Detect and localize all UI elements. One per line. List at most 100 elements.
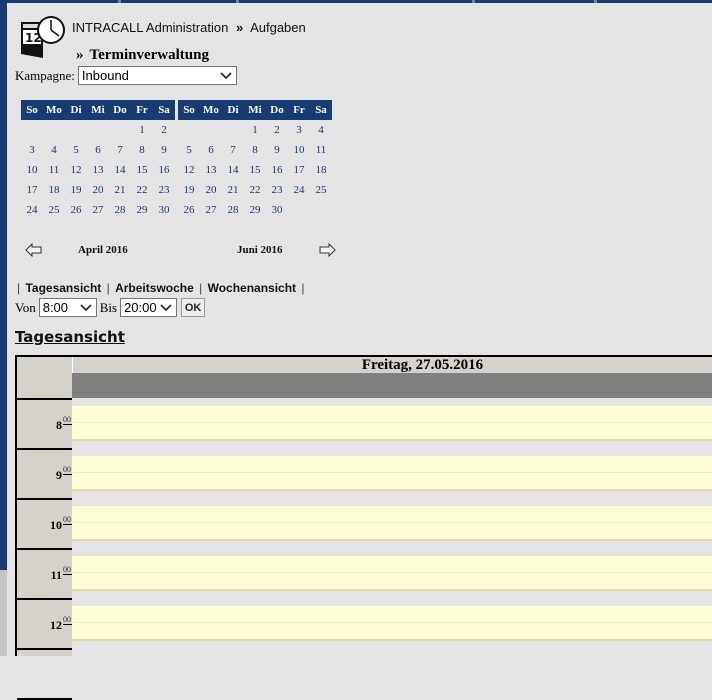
time-slot[interactable]	[72, 423, 712, 441]
calendar-day[interactable]: 3	[21, 140, 43, 160]
calendar-day[interactable]: 17	[21, 180, 43, 200]
calendar-day[interactable]: 12	[65, 160, 87, 180]
calendar-day[interactable]: 21	[109, 180, 131, 200]
calendar-day[interactable]: 25	[43, 200, 65, 220]
time-slot[interactable]	[72, 456, 712, 473]
ok-button[interactable]: OK	[181, 298, 206, 317]
calendar-day[interactable]: 11	[43, 160, 65, 180]
calendar-day[interactable]: 1	[244, 120, 266, 140]
calendar-day[interactable]: 20	[87, 180, 109, 200]
calendar-day[interactable]: 23	[153, 180, 175, 200]
calendar-day[interactable]: 22	[244, 180, 266, 200]
calendar-day[interactable]: 14	[222, 160, 244, 180]
calendar-day[interactable]: 4	[43, 140, 65, 160]
calendar-day[interactable]: 20	[200, 180, 222, 200]
calendar-day[interactable]: 24	[21, 200, 43, 220]
calendar-day[interactable]: 5	[178, 140, 200, 160]
calendar-day[interactable]: 24	[288, 180, 310, 200]
calendar-day[interactable]: 6	[87, 140, 109, 160]
next-month-link[interactable]: Juni 2016	[237, 244, 283, 256]
arrow-left-icon[interactable]	[25, 243, 43, 257]
calendar-day[interactable]: 29	[131, 200, 153, 220]
time-slot[interactable]	[72, 556, 712, 573]
all-day-row[interactable]	[72, 373, 712, 398]
calendar-day[interactable]: 11	[310, 140, 332, 160]
calendar-day[interactable]: 8	[244, 140, 266, 160]
hour-label-cell	[17, 650, 72, 700]
calendar-day[interactable]: 7	[109, 140, 131, 160]
slot-gap	[72, 441, 712, 448]
calendar-day[interactable]: 10	[288, 140, 310, 160]
from-time-select[interactable]: 8:00	[38, 298, 97, 317]
calendar-day[interactable]: 3	[288, 120, 310, 140]
calendar-day[interactable]: 17	[288, 160, 310, 180]
calendar-day[interactable]: 29	[244, 200, 266, 220]
calendar-day[interactable]: 21	[222, 180, 244, 200]
day-view-heading: Tagesansicht	[15, 328, 125, 346]
tab-arbeitswoche[interactable]: Arbeitswoche	[115, 281, 194, 295]
calendar-day[interactable]: 6	[200, 140, 222, 160]
calendar-day[interactable]: 13	[200, 160, 222, 180]
to-time-select[interactable]: 20:00	[120, 298, 178, 317]
hour-slot-block	[72, 398, 712, 448]
calendar-day[interactable]: 10	[21, 160, 43, 180]
calendar-week-row: 3456789	[21, 140, 175, 160]
hour-label-cell: 10 00	[17, 500, 72, 550]
calendar-day[interactable]: 22	[131, 180, 153, 200]
campaign-select[interactable]: Inbound	[77, 66, 237, 85]
calendar-day[interactable]: 19	[178, 180, 200, 200]
calendar-day[interactable]: 4	[310, 120, 332, 140]
left-sidebar-strip	[0, 0, 7, 570]
calendar-day[interactable]: 19	[65, 180, 87, 200]
calendar-day[interactable]: 30	[266, 200, 288, 220]
arrow-right-icon[interactable]	[318, 243, 336, 257]
calendar-day[interactable]: 5	[65, 140, 87, 160]
calendar-day[interactable]: 18	[310, 160, 332, 180]
tab-wochenansicht[interactable]: Wochenansicht	[208, 281, 296, 295]
calendar-day[interactable]: 9	[266, 140, 288, 160]
calendar-day[interactable]: 16	[266, 160, 288, 180]
prev-month-link[interactable]: April 2016	[78, 244, 128, 256]
calendar-day[interactable]: 28	[222, 200, 244, 220]
time-slot[interactable]	[72, 473, 712, 491]
minute-label: 00	[63, 516, 72, 525]
calendar-day[interactable]: 18	[43, 180, 65, 200]
hour-label-cell: 12 00	[17, 600, 72, 650]
calendar-day[interactable]: 15	[244, 160, 266, 180]
time-slot[interactable]	[72, 506, 712, 523]
calendar-day[interactable]: 27	[87, 200, 109, 220]
calendar-day[interactable]: 27	[200, 200, 222, 220]
calendar-day[interactable]: 14	[109, 160, 131, 180]
time-slot[interactable]	[72, 523, 712, 541]
calendar-day[interactable]: 2	[153, 120, 175, 140]
hour-label: 10	[50, 518, 62, 532]
calendar-day[interactable]: 23	[266, 180, 288, 200]
calendar-day[interactable]: 25	[310, 180, 332, 200]
time-slot[interactable]	[72, 406, 712, 423]
calendar-day[interactable]: 12	[178, 160, 200, 180]
calendar-day[interactable]: 13	[87, 160, 109, 180]
breadcrumb-current[interactable]: Aufgaben	[250, 20, 306, 35]
calendar-day[interactable]: 9	[153, 140, 175, 160]
calendar-day[interactable]: 28	[109, 200, 131, 220]
tab-tagesansicht[interactable]: Tagesansicht	[25, 281, 101, 295]
calendar-day[interactable]: 26	[178, 200, 200, 220]
calendar-day[interactable]: 1	[131, 120, 153, 140]
time-slot[interactable]	[72, 573, 712, 591]
calendar-day[interactable]: 15	[131, 160, 153, 180]
calendar-day[interactable]: 26	[65, 200, 87, 220]
hour-label: 12	[50, 618, 62, 632]
time-slot[interactable]	[72, 623, 712, 641]
hour-label: 8	[56, 418, 62, 432]
calendar-empty-cell	[43, 120, 65, 140]
calendar-empty-cell	[21, 120, 43, 140]
calendar-day[interactable]: 7	[222, 140, 244, 160]
minute-label: 00	[63, 566, 72, 575]
calendar-day[interactable]: 16	[153, 160, 175, 180]
calendar-day[interactable]: 2	[266, 120, 288, 140]
calendar-day[interactable]: 8	[131, 140, 153, 160]
breadcrumb-root[interactable]: INTRACALL Administration	[72, 20, 228, 35]
time-slot[interactable]	[72, 606, 712, 623]
calendar-day[interactable]: 30	[153, 200, 175, 220]
weekday-header: Do	[109, 100, 131, 120]
